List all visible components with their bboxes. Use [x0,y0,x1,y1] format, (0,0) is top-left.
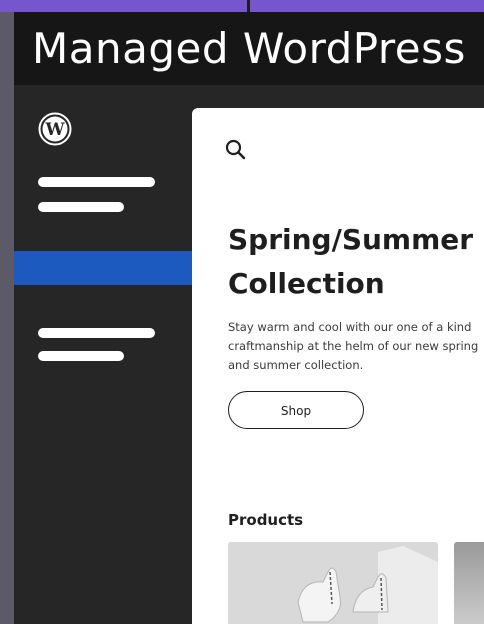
product-image[interactable] [454,542,484,624]
search-icon[interactable] [224,138,248,162]
sidebar-menu-line[interactable] [38,177,155,187]
products-heading: Products [228,511,304,529]
window-title: Managed WordPress [14,12,484,85]
sidebar-active-item[interactable] [14,251,192,285]
hero-description: Stay warm and cool with our one of a kin… [228,320,479,372]
wordpress-logo-icon[interactable]: W [38,112,72,146]
shop-button[interactable]: Shop [228,391,364,429]
top-divider [247,0,250,12]
content-panel: Spring/Summer Collection Stay warm and c… [192,108,484,624]
svg-text:W: W [44,120,65,140]
product-photo [228,542,438,624]
app-area: W Spring/Summer Collection Stay warm and… [14,85,484,624]
hero-title-line: Collection [228,267,385,300]
sidebar-menu-line[interactable] [38,328,155,338]
product-image[interactable] [228,542,438,624]
hero-title: Spring/Summer Collection [228,218,484,306]
sidebar-menu-line[interactable] [38,202,124,212]
top-accent-bar [0,0,484,12]
hero-title-line: Spring/Summer [228,223,474,256]
sidebar-menu-line[interactable] [38,351,124,361]
